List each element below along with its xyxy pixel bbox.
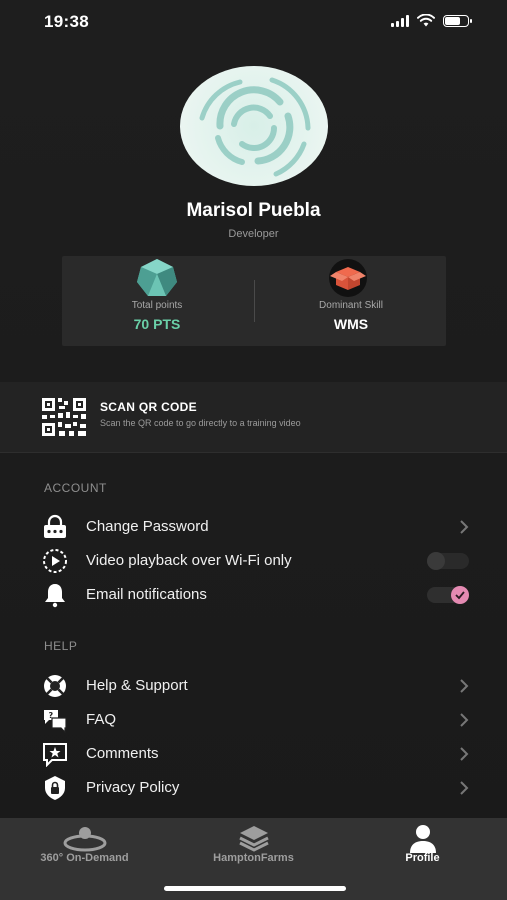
play-icon — [43, 549, 67, 573]
email-notifications-item: Email notifications — [0, 580, 507, 610]
star-message-icon — [43, 743, 67, 767]
status-bar: 19:38 — [0, 0, 507, 46]
wifi-only-playback-label: Video playback over Wi-Fi only — [86, 552, 292, 569]
faq-label: FAQ — [86, 711, 117, 728]
scan-qr-row[interactable]: SCAN QR CODE Scan the QR code to go dire… — [0, 382, 507, 453]
chevron-right-icon — [460, 747, 469, 761]
lifebuoy-icon — [44, 675, 66, 697]
profile-role: Developer — [228, 228, 279, 240]
scan-qr-title: SCAN QR CODE — [100, 400, 197, 414]
tab-hamptonfarms-label: HamptonFarms — [213, 852, 294, 864]
account-section-header: ACCOUNT — [44, 481, 107, 495]
chevron-right-icon — [460, 713, 469, 727]
chevron-right-icon — [460, 781, 469, 795]
check-icon — [451, 586, 469, 604]
battery-icon — [443, 14, 472, 27]
status-time: 19:38 — [44, 12, 89, 31]
help-support-label: Help & Support — [86, 677, 188, 694]
faq-item[interactable]: ? FAQ — [0, 705, 507, 735]
tab-hamptonfarms[interactable]: HamptonFarms — [169, 818, 338, 878]
profile-name: Marisol Puebla — [186, 200, 321, 221]
total-points-value: 70 PTS — [133, 316, 181, 332]
gem-icon — [137, 259, 177, 296]
total-points-stat: Total points 70 PTS — [62, 256, 252, 346]
dominant-skill-value: WMS — [333, 316, 369, 332]
chevron-right-icon — [460, 679, 469, 693]
dominant-skill-stat: Dominant Skill WMS — [256, 256, 446, 346]
avatar[interactable] — [180, 66, 328, 186]
layers-icon — [239, 826, 269, 852]
wifi-icon — [417, 14, 435, 27]
shield-lock-icon — [45, 776, 65, 800]
email-notifications-label: Email notifications — [86, 586, 207, 603]
person-icon — [410, 825, 436, 853]
change-password-label: Change Password — [86, 518, 209, 535]
privacy-policy-label: Privacy Policy — [86, 779, 180, 796]
tab-profile-label: Profile — [405, 852, 440, 864]
comments-label: Comments — [86, 745, 159, 762]
chevron-right-icon — [460, 520, 469, 534]
profile-screen: 19:38 Marisol Puebla Developer Total poi… — [0, 0, 507, 900]
help-section-header: HELP — [44, 639, 78, 653]
box-icon — [329, 259, 367, 297]
stats-divider — [254, 280, 255, 322]
tab-360-on-demand-label: 360° On-Demand — [40, 852, 129, 864]
comments-item[interactable]: Comments — [0, 739, 507, 769]
wifi-only-playback-item: Video playback over Wi-Fi only — [0, 546, 507, 576]
cellular-signal-icon — [391, 14, 409, 27]
stats-card: Total points 70 PTS Dominant Skill WMS — [62, 256, 446, 346]
status-icons — [391, 14, 472, 27]
tab-profile[interactable]: Profile — [338, 818, 507, 878]
dominant-skill-label: Dominant Skill — [319, 300, 383, 311]
svg-text:?: ? — [49, 711, 54, 720]
scan-qr-subtitle: Scan the QR code to go directly to a tra… — [100, 418, 301, 428]
help-support-item[interactable]: Help & Support — [0, 671, 507, 701]
360-icon — [63, 827, 107, 852]
email-notifications-toggle[interactable] — [427, 586, 469, 604]
bell-icon — [45, 584, 65, 608]
chat-bubbles-icon: ? — [44, 710, 67, 733]
tab-360-on-demand[interactable]: 360° On-Demand — [0, 818, 169, 878]
change-password-item[interactable]: Change Password — [0, 512, 507, 542]
qr-code-icon — [42, 398, 86, 436]
privacy-policy-item[interactable]: Privacy Policy — [0, 773, 507, 803]
wifi-only-playback-toggle[interactable] — [427, 552, 469, 570]
home-indicator[interactable] — [164, 886, 346, 891]
lock-icon — [44, 514, 66, 538]
total-points-label: Total points — [131, 300, 183, 311]
